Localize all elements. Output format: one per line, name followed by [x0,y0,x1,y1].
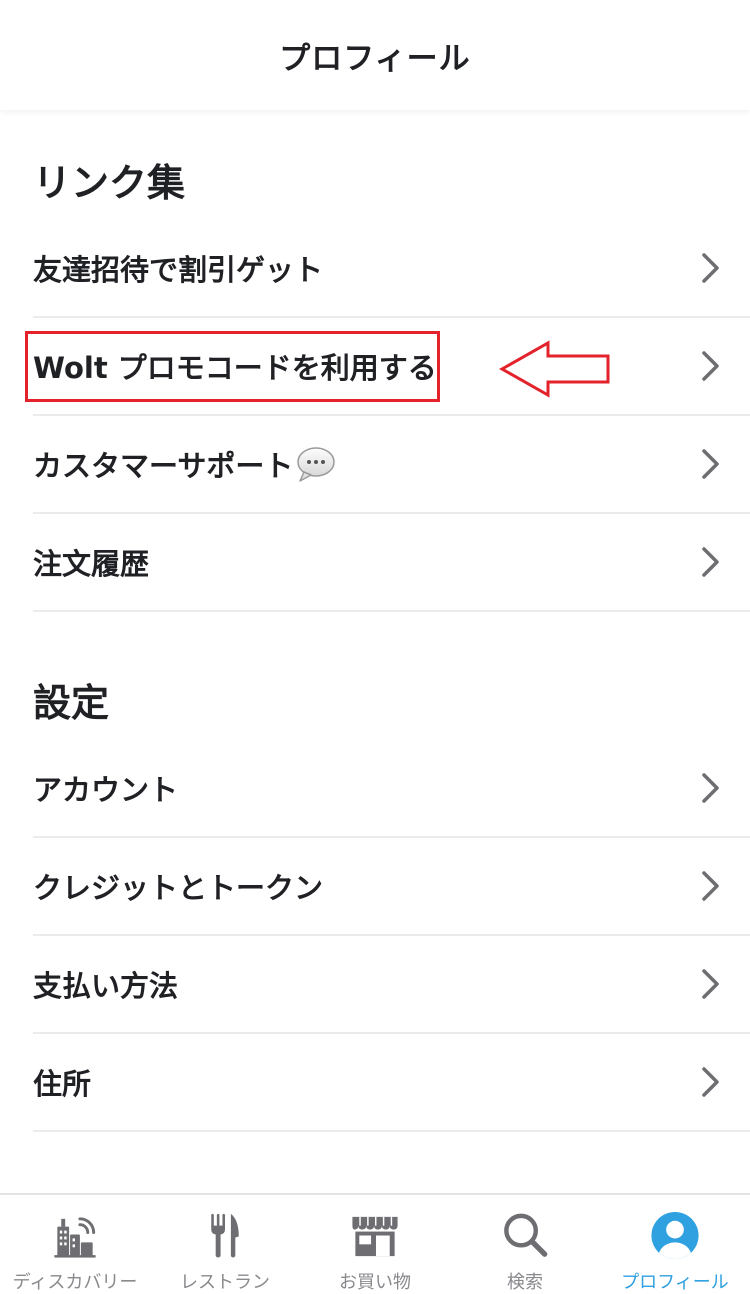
annotation-highlight-box [25,331,440,402]
chat-bubble-icon [297,447,336,482]
tab-restaurants-label: レストラン [180,1272,270,1293]
chevron-right-icon [702,871,719,901]
account-label: アカウント [33,773,179,807]
links-section-title: リンク集 [33,161,186,205]
invite-friends-label: 友達招待で割引ゲット [33,253,324,287]
address-label: 住所 [33,1067,92,1101]
tab-profile[interactable]: プロフィール [600,1195,750,1294]
order-history-row[interactable]: 注文履歴 [33,514,750,612]
payment-methods-label: 支払い方法 [33,969,179,1003]
chevron-right-icon [702,253,719,283]
store-icon [352,1216,398,1257]
tab-profile-label: プロフィール [621,1272,729,1293]
discovery-city-icon [54,1217,96,1258]
tab-discovery-label: ディスカバリー [12,1272,138,1293]
address-row[interactable]: 住所 [33,1034,750,1132]
tab-shopping-label: お買い物 [339,1272,411,1293]
chevron-right-icon [702,969,719,999]
invite-friends-row[interactable]: 友達招待で割引ゲット [33,220,750,318]
customer-support-row[interactable]: カスタマーサポート [33,416,750,514]
chevron-right-icon [702,1067,719,1097]
payment-methods-row[interactable]: 支払い方法 [33,936,750,1034]
top-navigation-bar: プロフィール [0,0,750,110]
tab-search[interactable]: 検索 [450,1195,600,1294]
credits-tokens-label: クレジットとトークン [33,871,324,905]
bottom-tab-bar: ディスカバリー レストラン お買い物 検索 プロフィール [0,1193,750,1294]
tab-shopping[interactable]: お買い物 [300,1195,450,1294]
page-title: プロフィール [279,40,471,77]
tab-search-label: 検索 [507,1272,543,1293]
credits-tokens-row[interactable]: クレジットとトークン [33,838,750,936]
annotation-arrow-icon [498,340,610,398]
fork-knife-icon [211,1213,239,1258]
customer-support-label: カスタマーサポート [33,449,294,483]
chevron-right-icon [702,547,719,577]
tab-restaurants[interactable]: レストラン [150,1195,300,1294]
chevron-right-icon [702,773,719,803]
chevron-right-icon [702,449,719,479]
settings-section-title: 設定 [33,681,110,725]
order-history-label: 注文履歴 [33,547,150,581]
tab-discovery[interactable]: ディスカバリー [0,1195,150,1294]
chevron-right-icon [702,351,719,381]
search-icon [504,1213,548,1257]
account-row[interactable]: アカウント [33,740,750,838]
profile-icon [651,1211,699,1260]
